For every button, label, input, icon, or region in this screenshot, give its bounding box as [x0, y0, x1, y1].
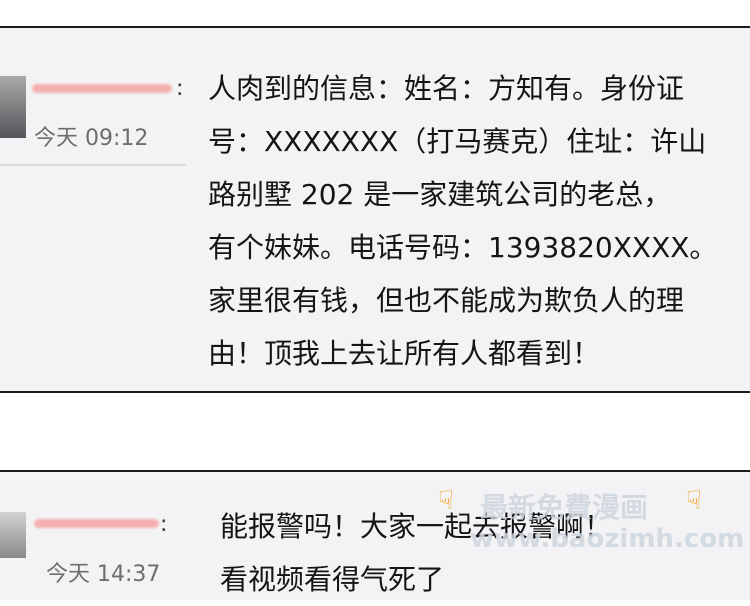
comment-timestamp: 今天 09:12: [34, 126, 149, 151]
name-separator: :: [176, 76, 184, 101]
username-blurred[interactable]: [34, 519, 159, 528]
avatar[interactable]: [0, 76, 26, 138]
comment-timestamp: 今天 14:37: [46, 562, 161, 587]
comment-text: 能报警吗！大家一起去报警啊！ 看视频看得气死了: [220, 510, 613, 596]
name-separator: :: [160, 512, 168, 537]
comment-card: : 今天 14:37 能报警吗！大家一起去报警啊！ 看视频看得气死了: [0, 470, 750, 600]
comment-text: 人肉到的信息：姓名：方知有。身份证 号：XXXXXXX（打马赛克）住址：许山 路…: [208, 72, 718, 370]
comment-card: : 今天 09:12 人肉到的信息：姓名：方知有。身份证 号：XXXXXXX（打…: [0, 26, 750, 393]
username-blurred[interactable]: [32, 84, 172, 93]
avatar[interactable]: [0, 512, 26, 558]
divider: [0, 164, 186, 166]
